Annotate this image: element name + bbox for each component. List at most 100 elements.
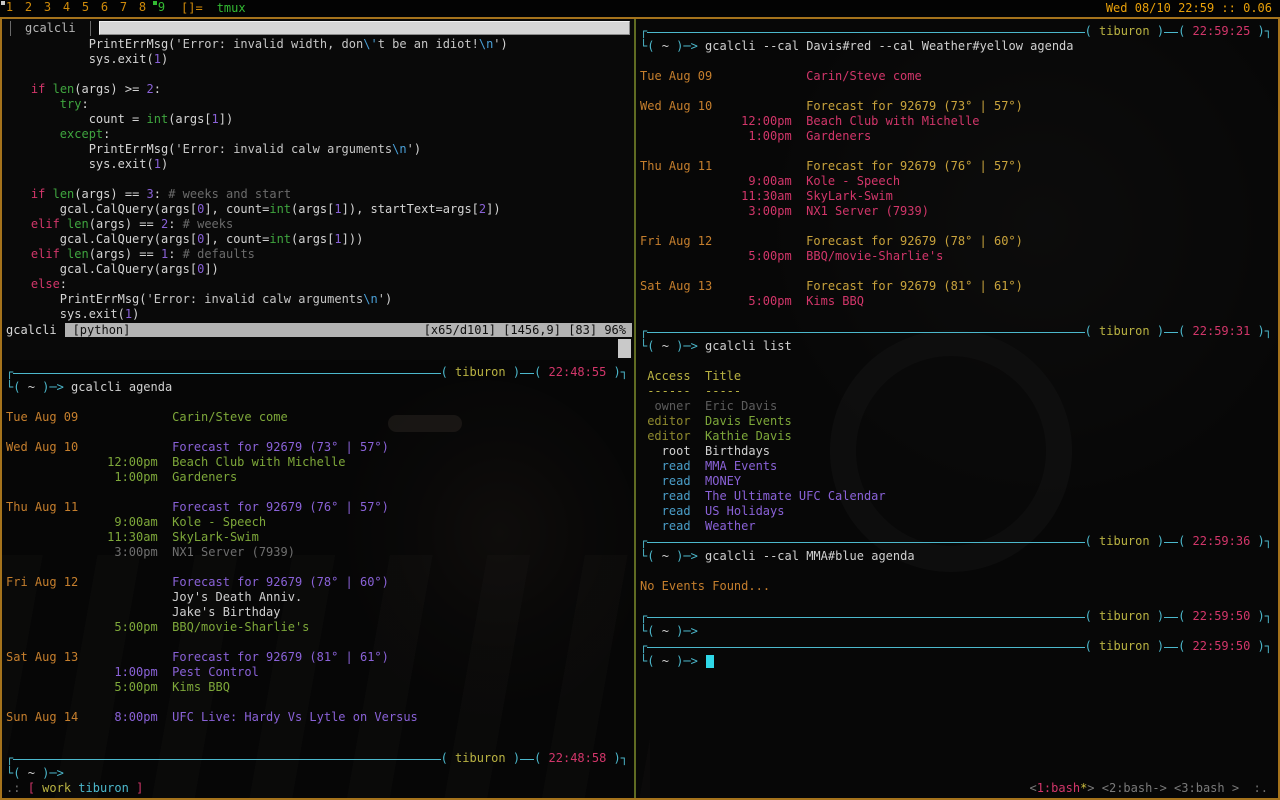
access-cell: read [661,489,691,503]
code-span: len [67,217,89,231]
title-cell: Eric Davis [705,399,778,413]
agenda-title: NX1 Server (7939) [172,545,295,559]
agenda-title: SkyLark-Swim [172,530,259,544]
code-span: int [269,202,292,216]
command-text: gcalcli --cal Davis#red --cal Weather#ye… [705,39,1074,53]
code-span: except [2,127,104,141]
text: ( [1178,324,1193,338]
workspace-tag-3[interactable]: 3 [38,0,57,17]
separator-line [1164,31,1179,33]
access-cell: read [661,459,691,473]
code-span: 'Error: invalid calw arguments [175,142,393,156]
workspace-tag-label: 6 [100,0,109,14]
agenda-row: Sun Aug 14 8:00pm UFC Live: Hardy Vs Lytle… [6,710,628,725]
title-cell: Davis Events [705,414,792,428]
workspace-tag-label: 5 [81,0,90,14]
timestamp: 22:48:58 [548,751,607,765]
code-line: PrintErrMsg('Error: invalid calw argumen… [2,142,634,157]
separator-line [520,372,535,374]
agenda-date [640,129,727,144]
text: ) [1149,24,1165,38]
text: ) [1250,639,1265,653]
agenda-row: 3:00pm NX1 Server (7939) [640,204,1272,219]
code-span: int [146,112,169,126]
agenda-time: 11:30am [741,189,792,203]
agenda-date [6,530,93,545]
workspace-tag-5[interactable]: 5 [76,0,95,17]
calendar-list-row: root Birthdays [640,444,1272,459]
agenda-title: Jake's Birthday [172,605,281,619]
text: ( [1084,639,1100,653]
prompt-symbol: └( [640,39,662,53]
workspace-tags: 123456789 [0,0,171,17]
vim-pane[interactable]: gcalcli PrintErrMsg('Error: invalid widt… [2,19,634,360]
status-bracket: ] [136,781,144,795]
code-line: else: [2,277,634,292]
workspace-tag-1[interactable]: 1 [0,0,19,17]
window-bracket: > [1087,781,1102,795]
separator-line [1164,646,1179,648]
agenda-row: 3:00pm NX1 Server (7939) [6,545,628,560]
prompt-path: ~ [661,624,669,638]
code-span: len [52,82,75,96]
workspace-tag-7[interactable]: 7 [114,0,133,17]
prompt-path: ~ [661,549,669,563]
agenda-row: Fri Aug 12 Forecast for 92679 (78° | 60°) [640,234,1272,249]
right-terminal[interactable]: ┌( tiburon )( 22:59:25 ) ┐ └( ~ )─> gcalcl… [636,19,1278,798]
window-tab-bar: gcalcli [2,19,634,37]
screen-frame: gcalcli PrintErrMsg('Error: invalid widt… [0,17,1280,800]
layout-symbol[interactable]: []= [181,1,203,16]
border-corner: ┌ [640,609,648,623]
code-span: : [103,127,111,141]
workspace-tag-9[interactable]: 9 [152,0,171,17]
text: ) [1149,609,1165,623]
agenda-row: Wed Aug 10 Forecast for 92679 (73° | 57°) [640,99,1272,114]
access-cell: owner [654,399,691,413]
active-tab-bar[interactable] [98,21,630,35]
workspace-tag-6[interactable]: 6 [95,0,114,17]
code-span: try [2,97,82,111]
blank-row [640,84,1272,99]
left-terminal[interactable]: ┌( tiburon )( 22:48:55 ) ┐ └( ~ )─> gcalcl… [2,360,634,798]
agenda-time: 5:00pm [114,680,158,694]
statusline-filetype: [python] [72,323,131,337]
text: ( [440,751,456,765]
code-span: ) [384,292,393,306]
workspace-tag-label: 4 [62,0,71,14]
workspace-tag-8[interactable]: 8 [133,0,152,17]
code-span: ]) [486,202,501,216]
command-text: gcalcli list [705,339,792,353]
workspace-tag-label: 8 [138,0,147,14]
code-span: t be an idiot! [377,37,479,51]
flex-spacer [640,669,1272,781]
code-span: (args[ [291,202,335,216]
code-line: PrintErrMsg('Error: invalid calw argumen… [2,292,634,307]
agenda-time [727,234,792,249]
window-tab-label[interactable]: gcalcli [10,20,91,36]
host-name: tiburon [1099,324,1150,338]
agenda-title: Beach Club with Michelle [806,114,980,128]
agenda-date: Sat Aug 13 [6,650,79,664]
agenda-row: Thu Aug 11 Forecast for 92679 (76° | 57°) [6,500,628,515]
scrollbar-thumb[interactable] [618,339,631,358]
agenda-time: 1:00pm [114,665,158,679]
agenda-date: Sun Aug 14 [6,710,79,724]
code-span: gcal.CalQuery(args[ [2,202,198,216]
calendar-list-row: read MONEY [640,474,1272,489]
code-line: sys.exit(1) [2,52,634,67]
table-header: Access [647,369,691,383]
prompt-line: └( ~ )─> [640,624,1272,639]
timestamp: 22:59:50 [1192,609,1251,623]
agenda-time [93,605,158,620]
code-line: except: [2,127,634,142]
code-span [45,82,52,96]
agenda-row: 1:00pm Gardeners [640,129,1272,144]
agenda-date: Thu Aug 11 [640,159,713,173]
workspace-tag-2[interactable]: 2 [19,0,38,17]
code-line: if len(args) >= 2: [2,82,634,97]
text: ( [440,365,456,379]
workspace-tag-4[interactable]: 4 [57,0,76,17]
prompt-arrow: )─> [34,380,72,394]
code-span: ], count= [204,202,270,216]
host-name: tiburon [1099,534,1150,548]
